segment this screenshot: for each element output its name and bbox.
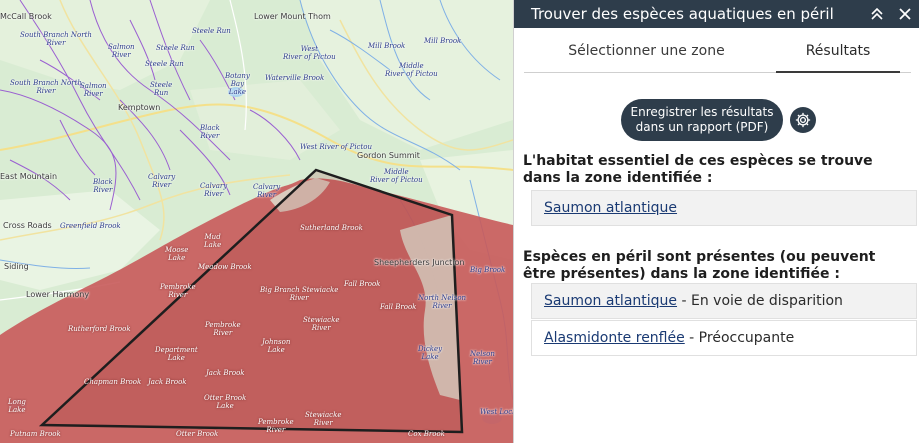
map-water-label: Sutherland Brook <box>300 224 363 232</box>
map-water-label: North Nelson River <box>418 294 467 310</box>
map-water-label: Salmon River <box>108 43 135 59</box>
tab-select-zone[interactable]: Sélectionner une zone <box>544 28 749 74</box>
critical-habitat-heading: L'habitat essentiel de ces espèces se tr… <box>523 153 873 186</box>
map-water-label: Rutherford Brook <box>68 325 131 333</box>
map-water-label: Calvary River <box>148 173 176 189</box>
map-water-label: Fall Brook <box>380 303 417 311</box>
map-place-label: Cross Roads <box>3 221 52 230</box>
map-water-label: Middle River of Pictou <box>370 168 423 184</box>
critical-habitat-item: Saumon atlantique <box>531 190 917 226</box>
active-tab-indicator <box>776 71 900 73</box>
map-water-label: Calvary River <box>200 182 228 198</box>
map-water-label: Dickey Lake <box>418 345 443 361</box>
species-link[interactable]: Saumon atlantique <box>544 293 677 309</box>
species-at-risk-item: Saumon atlantique - En voie de dispariti… <box>531 283 917 319</box>
results-panel: Trouver des espèces aquatiques en péril … <box>513 0 919 443</box>
map-water-label: Johnson Lake <box>262 338 291 354</box>
double-chevron-up-icon <box>871 7 883 20</box>
map-water-label: West Loch <box>480 408 513 416</box>
map-water-label: Cox Brook <box>408 430 445 438</box>
map-water-label: Waterville Brook <box>265 74 325 82</box>
map-water-label: Meadow Brook <box>198 263 252 271</box>
map-water-label: Big Brook <box>470 266 506 274</box>
species-at-risk-item: Alasmidonte renflée - Préoccupante <box>531 320 917 356</box>
map-water-label: Nelson River <box>470 350 495 366</box>
map-water-label: Big Branch Stewiacke River <box>260 286 339 302</box>
map-water-label: Black River <box>200 124 220 140</box>
species-link[interactable]: Alasmidonte renflée <box>544 330 685 346</box>
panel-header: Trouver des espèces aquatiques en péril <box>514 0 919 28</box>
map-water-label: Department Lake <box>155 346 198 362</box>
panel-title: Trouver des espèces aquatiques en péril <box>531 5 834 23</box>
tab-results[interactable]: Résultats <box>776 28 900 74</box>
map-water-label: Salmon River <box>80 82 107 98</box>
map-place-label: McCall Brook <box>0 12 52 21</box>
map-water-label: Otter Brook Lake <box>204 394 247 410</box>
map-water-label: Middle River of Pictou <box>385 62 438 78</box>
map-place-label: Gordon Summit <box>357 151 420 160</box>
map-water-label: Steele Run <box>145 60 184 68</box>
tab-bar: Sélectionner une zone Résultats <box>514 28 919 74</box>
map-view[interactable]: McCall Brook Lower Mount Thom Kemptown G… <box>0 0 513 443</box>
map-water-label: Long Lake <box>8 398 26 414</box>
map-place-label: Lower Harmony <box>26 290 90 299</box>
close-button[interactable] <box>891 0 919 28</box>
map-water-label: Jack Brook <box>206 369 245 377</box>
map-place-label: East Mountain <box>0 172 58 181</box>
map-water-label: Stewiacke River <box>305 411 342 427</box>
map-water-label: South Branch North River <box>20 31 92 47</box>
map-water-label: Steele Run <box>156 44 195 52</box>
map-place-label: Lower Mount Thom <box>254 12 331 21</box>
report-actions: Enregistrer les résultats dans un rappor… <box>621 99 816 141</box>
map-water-label: Stewiacke River <box>303 316 340 332</box>
map-place-label: Sheepherders Junction <box>374 258 465 267</box>
map-water-label: West River of Pictou <box>283 45 336 61</box>
map-water-label: Botany Bay Lake <box>225 72 250 96</box>
map-water-label: Pembroke River <box>258 418 294 434</box>
map-water-label: Steele Run <box>192 27 231 35</box>
map-water-label: Pembroke River <box>160 283 196 299</box>
map-place-label: Siding <box>4 262 29 271</box>
map-water-label: Jack Brook <box>148 378 187 386</box>
species-status: - En voie de disparition <box>677 293 843 309</box>
gear-icon <box>795 112 811 128</box>
app-root: McCall Brook Lower Mount Thom Kemptown G… <box>0 0 919 443</box>
map-place-label: Kemptown <box>118 103 161 112</box>
map-water-label: Greenfield Brook <box>60 222 121 230</box>
report-settings-button[interactable] <box>790 107 816 133</box>
map-water-label: South Branch North River <box>10 79 82 95</box>
map-water-label: Pembroke River <box>205 321 241 337</box>
map-water-label: Moose Lake <box>165 246 189 262</box>
map-water-label: Mill Brook <box>368 42 406 50</box>
map-water-label: Steele Run <box>150 81 173 97</box>
map-water-label: Otter Brook <box>176 430 219 438</box>
map-water-label: Mill Brook <box>424 37 462 45</box>
map-water-label: Black River <box>93 178 113 194</box>
species-status: - Préoccupante <box>684 330 795 346</box>
collapse-button[interactable] <box>863 0 891 28</box>
map-water-label: Putnam Brook <box>10 430 61 438</box>
map-water-label: Fall Brook <box>344 280 381 288</box>
map-water-label: West River of Pictou <box>300 143 373 151</box>
species-at-risk-heading: Espèces en péril sont présentes (ou peuv… <box>523 249 876 282</box>
map-water-label: Calvary River <box>253 183 281 199</box>
save-pdf-report-button[interactable]: Enregistrer les résultats dans un rappor… <box>621 99 783 141</box>
close-icon <box>899 8 911 20</box>
map-water-label: Mud Lake <box>204 233 222 249</box>
map-water-label: Chapman Brook <box>84 378 142 386</box>
species-link[interactable]: Saumon atlantique <box>544 200 677 216</box>
